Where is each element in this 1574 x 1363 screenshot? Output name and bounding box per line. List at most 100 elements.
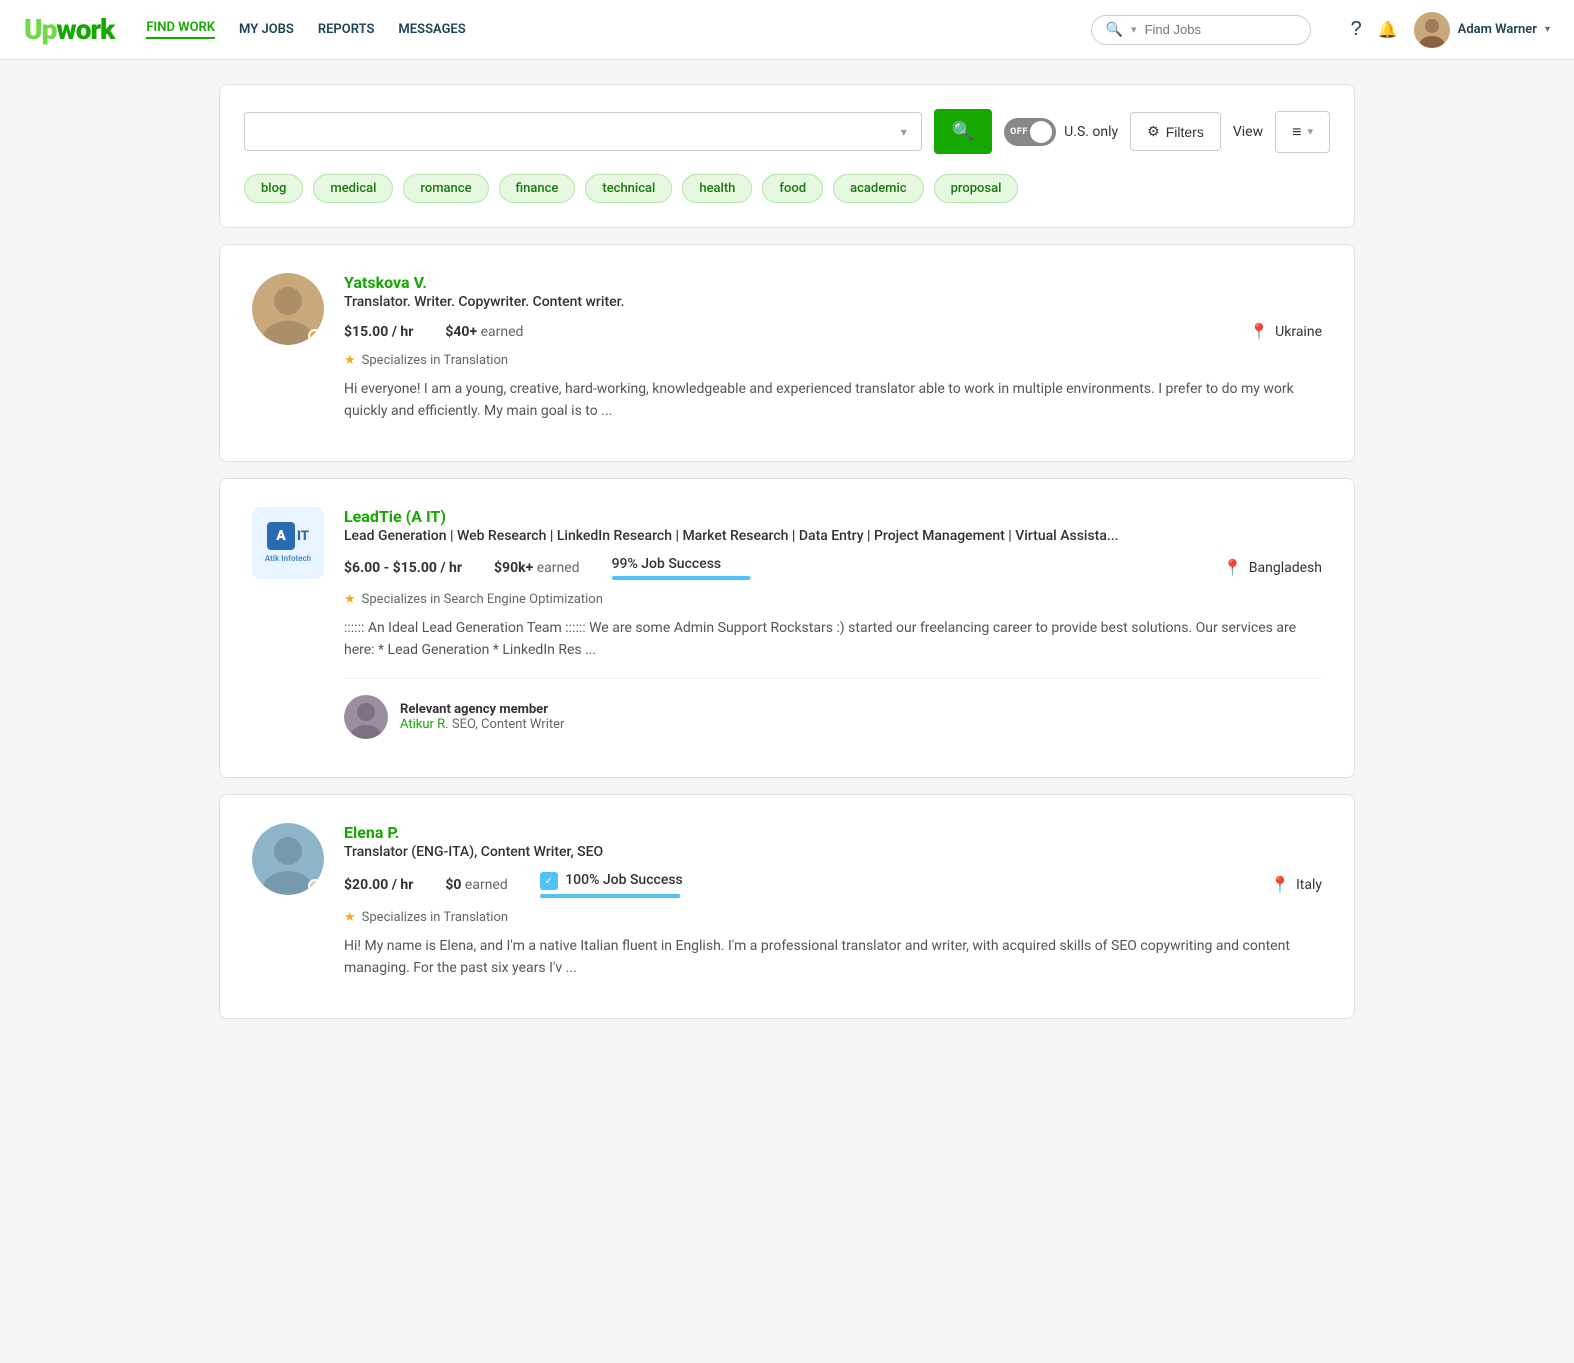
job-success-bar-wrap-leadtie bbox=[612, 576, 752, 580]
specializes-text-yatskova: Specializes in Translation bbox=[362, 353, 508, 368]
location-label-leadtie: Bangladesh bbox=[1249, 560, 1322, 576]
tag-medical[interactable]: medical bbox=[313, 174, 393, 203]
location-leadtie: 📍 Bangladesh bbox=[1223, 558, 1322, 577]
freelancer-name-elena[interactable]: Elena P. bbox=[344, 823, 1322, 842]
search-dropdown-icon[interactable]: ▾ bbox=[901, 125, 907, 139]
specializes-text-leadtie: Specializes in Search Engine Optimizatio… bbox=[362, 592, 603, 607]
view-icon: ≡ bbox=[1292, 122, 1301, 142]
search-input[interactable]: content writer bbox=[259, 123, 901, 140]
location-icon-yatskova: 📍 bbox=[1249, 322, 1269, 341]
search-input-wrap[interactable]: content writer ▾ bbox=[244, 112, 922, 151]
agency-member-role-leadtie: SEO, Content Writer bbox=[452, 717, 565, 732]
search-button-icon: 🔍 bbox=[952, 121, 974, 142]
card-meta-yatskova: $15.00 / hr $40+ earned 📍 Ukraine bbox=[344, 322, 1322, 341]
toggle-wrap: OFF U.S. only bbox=[1004, 118, 1118, 146]
user-menu-chevron: ▾ bbox=[1545, 24, 1550, 35]
nav-messages[interactable]: MESSAGES bbox=[398, 22, 465, 37]
job-success-label-elena: ✓ 100% Job Success bbox=[540, 872, 683, 891]
specializes-leadtie: ★ Specializes in Search Engine Optimizat… bbox=[344, 592, 1322, 607]
nav-find-work[interactable]: FIND WORK bbox=[146, 20, 215, 39]
user-avatar bbox=[1414, 12, 1450, 48]
filters-button[interactable]: ⚙ Filters bbox=[1130, 112, 1221, 151]
freelancer-card-leadtie: A IT Atik Infotech LeadTie (A IT) Lead G… bbox=[219, 478, 1355, 778]
tag-romance[interactable]: romance bbox=[403, 174, 488, 203]
card-header-elena: Elena P. Translator (ENG-ITA), Content W… bbox=[252, 823, 1322, 980]
search-container: content writer ▾ 🔍 OFF U.S. only ⚙ Filte… bbox=[219, 84, 1355, 228]
nav-search-icon: 🔍 bbox=[1106, 22, 1123, 38]
card-info-yatskova: Yatskova V. Translator. Writer. Copywrit… bbox=[344, 273, 1322, 423]
nav-icons: ? 🔔 Adam Warner ▾ bbox=[1351, 12, 1550, 48]
agency-logo-leadtie: A IT Atik Infotech bbox=[252, 507, 324, 579]
view-toggle[interactable]: ≡ ▾ bbox=[1275, 111, 1330, 153]
tags-row: blog medical romance finance technical health… bbox=[244, 174, 1330, 203]
nav-my-jobs[interactable]: MY JOBS bbox=[239, 22, 294, 37]
nav-search-input[interactable] bbox=[1145, 22, 1296, 37]
search-button[interactable]: 🔍 bbox=[934, 109, 992, 154]
location-label-yatskova: Ukraine bbox=[1275, 324, 1322, 340]
nav-search-box[interactable]: 🔍 ▾ bbox=[1091, 15, 1311, 45]
freelancer-card-elena: Elena P. Translator (ENG-ITA), Content W… bbox=[219, 794, 1355, 1019]
tag-health[interactable]: health bbox=[682, 174, 752, 203]
card-header-leadtie: A IT Atik Infotech LeadTie (A IT) Lead G… bbox=[252, 507, 1322, 739]
tag-proposal[interactable]: proposal bbox=[934, 174, 1019, 203]
agency-member-avatar-leadtie bbox=[344, 695, 388, 739]
earned-leadtie: $90k+ earned bbox=[494, 560, 580, 576]
freelancer-title-elena: Translator (ENG-ITA), Content Writer, SE… bbox=[344, 844, 1322, 860]
rate-leadtie: $6.00 - $15.00 / hr bbox=[344, 560, 462, 576]
job-success-bar-wrap-elena bbox=[540, 894, 680, 898]
freelancer-avatar-yatskova bbox=[252, 273, 324, 345]
freelancer-title-yatskova: Translator. Writer. Copywriter. Content … bbox=[344, 294, 1322, 310]
tag-food[interactable]: food bbox=[762, 174, 823, 203]
location-icon-leadtie: 📍 bbox=[1223, 558, 1243, 577]
card-info-elena: Elena P. Translator (ENG-ITA), Content W… bbox=[344, 823, 1322, 980]
main-content: content writer ▾ 🔍 OFF U.S. only ⚙ Filte… bbox=[187, 60, 1387, 1043]
tag-academic[interactable]: academic bbox=[833, 174, 924, 203]
toggle-knob bbox=[1030, 121, 1052, 143]
user-name: Adam Warner bbox=[1458, 22, 1537, 37]
status-dot-yatskova bbox=[308, 329, 322, 343]
earned-elena: $0 earned bbox=[445, 877, 507, 893]
job-success-bar-elena bbox=[540, 894, 680, 898]
agency-member-leadtie: Relevant agency member Atikur R. SEO, Co… bbox=[344, 678, 1322, 739]
user-menu[interactable]: Adam Warner ▾ bbox=[1414, 12, 1550, 48]
nav-reports[interactable]: REPORTS bbox=[318, 22, 375, 37]
card-meta-elena: $20.00 / hr $0 earned ✓ 100% Job Success… bbox=[344, 872, 1322, 899]
location-yatskova: 📍 Ukraine bbox=[1249, 322, 1322, 341]
location-elena: 📍 Italy bbox=[1270, 875, 1322, 894]
tag-blog[interactable]: blog bbox=[244, 174, 303, 203]
agency-member-name-role: Atikur R. SEO, Content Writer bbox=[400, 717, 564, 732]
tag-finance[interactable]: finance bbox=[499, 174, 576, 203]
freelancer-title-leadtie: Lead Generation | Web Research | LinkedI… bbox=[344, 528, 1322, 544]
freelancer-card-yatskova: Yatskova V. Translator. Writer. Copywrit… bbox=[219, 244, 1355, 462]
toggle-label: OFF bbox=[1010, 127, 1028, 137]
shield-icon: ✓ bbox=[540, 872, 558, 890]
card-header-yatskova: Yatskova V. Translator. Writer. Copywrit… bbox=[252, 273, 1322, 423]
agency-member-label-leadtie: Relevant agency member bbox=[400, 702, 564, 717]
location-label-elena: Italy bbox=[1296, 877, 1322, 893]
view-chevron: ▾ bbox=[1307, 125, 1313, 138]
filters-icon: ⚙ bbox=[1147, 123, 1160, 140]
star-icon-leadtie: ★ bbox=[344, 592, 356, 607]
tag-technical[interactable]: technical bbox=[585, 174, 672, 203]
notifications-button[interactable]: 🔔 bbox=[1378, 20, 1398, 40]
job-success-leadtie: 99% Job Success bbox=[612, 556, 752, 580]
description-elena: Hi! My name is Elena, and I'm a native I… bbox=[344, 935, 1322, 980]
search-row: content writer ▾ 🔍 OFF U.S. only ⚙ Filte… bbox=[244, 109, 1330, 154]
us-only-toggle[interactable]: OFF bbox=[1004, 118, 1056, 146]
card-info-leadtie: LeadTie (A IT) Lead Generation | Web Res… bbox=[344, 507, 1322, 739]
card-meta-leadtie: $6.00 - $15.00 / hr $90k+ earned 99% Job… bbox=[344, 556, 1322, 580]
specializes-text-elena: Specializes in Translation bbox=[362, 910, 508, 925]
freelancer-avatar-elena bbox=[252, 823, 324, 895]
cards-container: Yatskova V. Translator. Writer. Copywrit… bbox=[219, 244, 1355, 1019]
freelancer-name-leadtie[interactable]: LeadTie (A IT) bbox=[344, 507, 1322, 526]
rate-elena: $20.00 / hr bbox=[344, 877, 413, 893]
status-dot-elena bbox=[308, 879, 322, 893]
help-button[interactable]: ? bbox=[1351, 18, 1362, 41]
star-icon-elena: ★ bbox=[344, 910, 356, 925]
navbar: Upwork FIND WORK MY JOBS REPORTS MESSAGE… bbox=[0, 0, 1574, 60]
agency-member-name-leadtie[interactable]: Atikur R. bbox=[400, 717, 449, 732]
nav-search-divider: ▾ bbox=[1131, 23, 1137, 36]
upwork-logo[interactable]: Upwork bbox=[24, 13, 114, 46]
star-icon-yatskova: ★ bbox=[344, 353, 356, 368]
freelancer-name-yatskova[interactable]: Yatskova V. bbox=[344, 273, 1322, 292]
